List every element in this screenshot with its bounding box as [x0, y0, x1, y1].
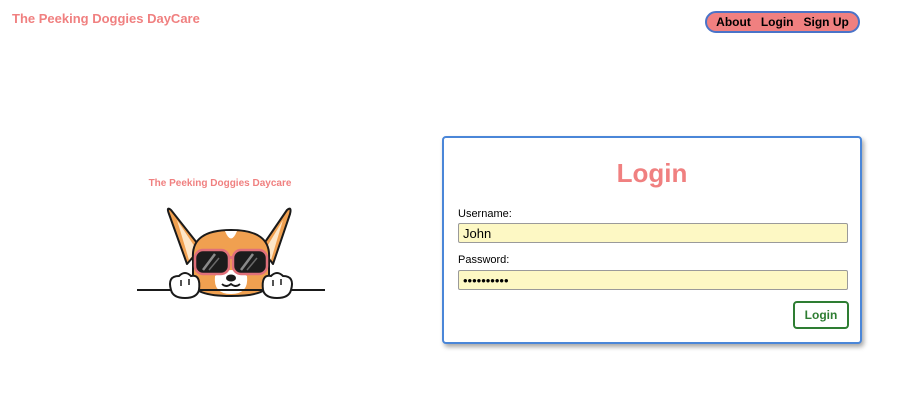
brand-title[interactable]: The Peeking Doggies DayCare	[12, 11, 200, 26]
login-card: Login Username: Password: Login	[442, 136, 862, 344]
username-label: Username:	[458, 208, 512, 220]
login-title: Login	[616, 158, 688, 188]
page: The Peeking Doggies DayCare About Login …	[0, 0, 900, 400]
nav-login-link[interactable]: Login	[761, 15, 794, 29]
login-button[interactable]: Login	[793, 301, 849, 329]
nav-signup-link[interactable]: Sign Up	[803, 15, 848, 29]
hero-logo-title: The Peeking Doggies Daycare	[148, 178, 292, 189]
corgi-sunglasses-icon	[137, 207, 325, 300]
password-label: Password:	[458, 254, 510, 266]
username-input[interactable]	[458, 223, 848, 243]
password-input[interactable]	[458, 270, 848, 290]
nav-about-link[interactable]: About	[716, 15, 751, 29]
nav-bar: About Login Sign Up	[705, 11, 860, 33]
